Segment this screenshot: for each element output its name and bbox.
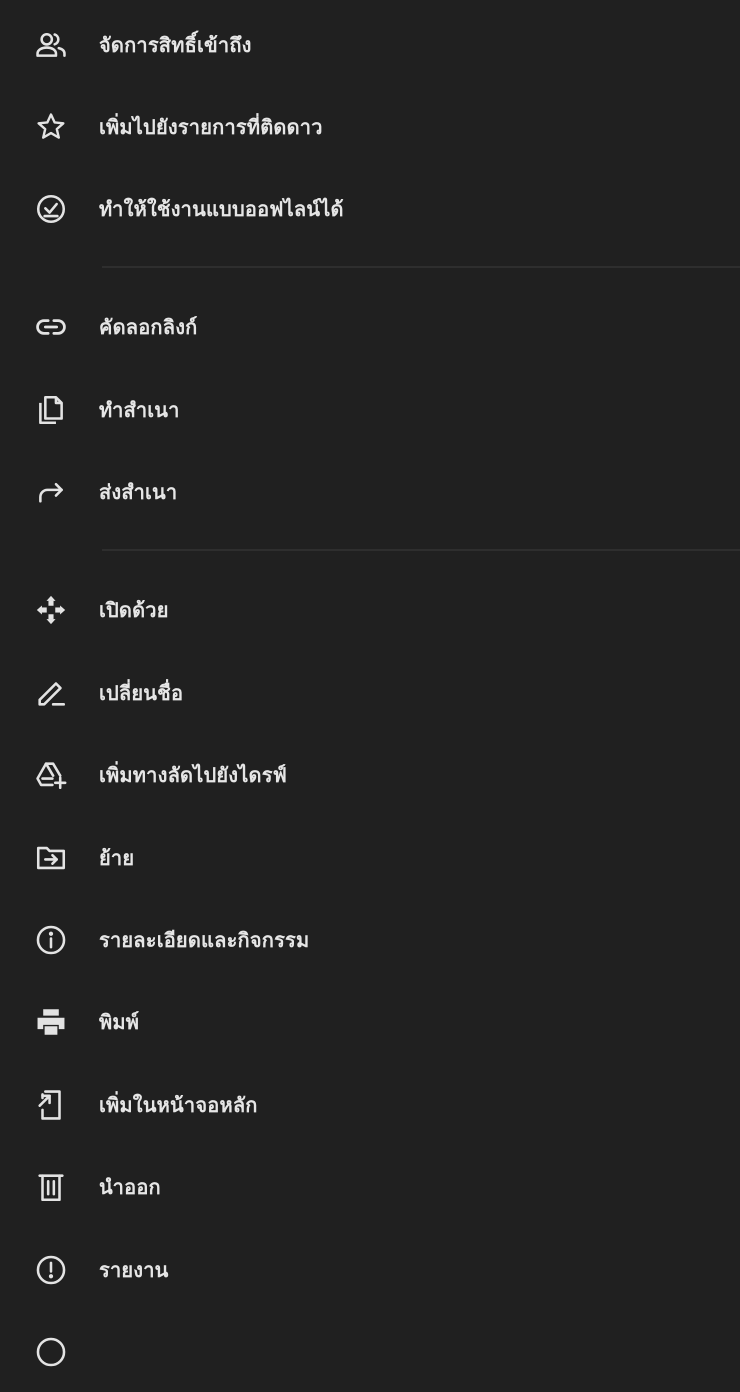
menu-item-label: นำออก (99, 1175, 161, 1199)
menu-item-manage-access[interactable]: จัดการสิทธิ์เข้าถึง (0, 5, 740, 85)
info-icon (34, 923, 68, 957)
menu-item-open-with[interactable]: เปิดด้วย (0, 570, 740, 650)
link-icon (34, 310, 68, 344)
menu-item-details-activity[interactable]: รายละเอียดและกิจกรรม (0, 900, 740, 980)
printer-icon (34, 1005, 68, 1039)
menu-item-send-copy[interactable]: ส่งสำเนา (0, 452, 740, 532)
add-home-screen-icon (34, 1088, 68, 1122)
menu-item-move[interactable]: ย้าย (0, 818, 740, 898)
menu-item-label: จัดการสิทธิ์เข้าถึง (99, 33, 252, 57)
menu-item-make-copy[interactable]: ทำสำเนา (0, 370, 740, 450)
menu-item-add-to-starred[interactable]: เพิ่มไปยังรายการที่ติดดาว (0, 87, 740, 167)
menu-item-label: เพิ่มทางลัดไปยังไดรฟ์ (99, 763, 288, 787)
menu-item-rename[interactable]: เปลี่ยนชื่อ (0, 653, 740, 733)
menu-item-label: ส่งสำเนา (99, 480, 178, 504)
menu-item-label: ทำสำเนา (99, 398, 180, 422)
trash-icon (34, 1170, 68, 1204)
menu-item-label: เพิ่มไปยังรายการที่ติดดาว (99, 115, 323, 139)
menu-item-print[interactable]: พิมพ์ (0, 982, 740, 1062)
menu-divider (102, 549, 740, 551)
open-with-icon (34, 593, 68, 627)
menu-item-label: รายงาน (99, 1258, 169, 1282)
menu-item-add-shortcut-to-drive[interactable]: เพิ่มทางลัดไปยังไดรฟ์ (0, 735, 740, 815)
copy-icon (34, 393, 68, 427)
menu-item-label: เปิดด้วย (99, 598, 169, 622)
menu-item-remove[interactable]: นำออก (0, 1147, 740, 1227)
menu-item-label: คัดลอกลิงก์ (99, 315, 198, 339)
menu-item-add-to-home-screen[interactable]: เพิ่มในหน้าจอหลัก (0, 1065, 740, 1145)
menu-item-label: ทำให้ใช้งานแบบออฟไลน์ได้ (99, 197, 344, 221)
pencil-icon (34, 676, 68, 710)
menu-item-partial[interactable] (0, 1312, 740, 1392)
people-icon (34, 28, 68, 62)
menu-item-label: เพิ่มในหน้าจอหลัก (99, 1093, 258, 1117)
report-icon (34, 1253, 68, 1287)
star-icon (34, 110, 68, 144)
offline-check-icon (34, 192, 68, 226)
circle-icon (34, 1335, 68, 1369)
menu-item-label: เปลี่ยนชื่อ (99, 681, 184, 705)
menu-item-report[interactable]: รายงาน (0, 1230, 740, 1310)
share-arrow-icon (34, 475, 68, 509)
menu-item-label: รายละเอียดและกิจกรรม (99, 928, 310, 952)
move-folder-icon (34, 841, 68, 875)
menu-divider (102, 266, 740, 268)
menu-item-label: พิมพ์ (99, 1010, 140, 1034)
menu-item-copy-link[interactable]: คัดลอกลิงก์ (0, 287, 740, 367)
menu-item-make-offline[interactable]: ทำให้ใช้งานแบบออฟไลน์ได้ (0, 169, 740, 249)
menu-item-label: ย้าย (99, 846, 135, 870)
drive-shortcut-icon (34, 758, 68, 792)
